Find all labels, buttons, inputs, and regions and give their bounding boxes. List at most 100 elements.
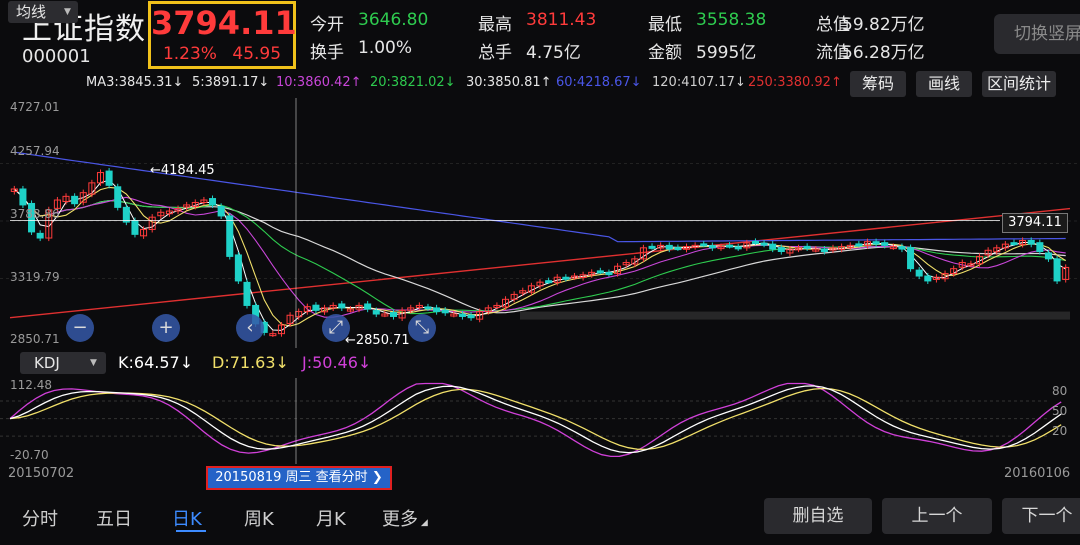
candle-body bbox=[441, 309, 449, 314]
candle-body bbox=[674, 247, 682, 251]
kdj-k-line bbox=[9, 385, 1062, 454]
expand-icon[interactable]: ⤢ bbox=[322, 314, 350, 342]
tab-weekly-k[interactable]: 周K bbox=[244, 505, 274, 531]
candlestick-chart[interactable] bbox=[0, 98, 1080, 348]
draw-line-button[interactable]: 画线 bbox=[916, 71, 972, 97]
kdj-axis-top: 112.48 bbox=[10, 378, 52, 392]
candle-body bbox=[467, 314, 475, 319]
price-axis-top: 4727.01 bbox=[10, 100, 60, 114]
candle-body bbox=[19, 188, 27, 206]
stat-value: 3811.43 bbox=[526, 10, 597, 30]
candle-body bbox=[433, 307, 441, 313]
candle-body bbox=[122, 206, 130, 223]
candle-body bbox=[820, 248, 828, 253]
previous-button[interactable]: 上一个 bbox=[882, 498, 992, 534]
ma-value: 20:3821.02↓ bbox=[370, 75, 456, 90]
candle-body bbox=[364, 303, 372, 310]
ma-value: 250:3380.92↑ bbox=[748, 75, 842, 90]
price-box: 3794.11 1.23% 45.95 bbox=[148, 1, 297, 69]
date-start: 20150702 bbox=[8, 466, 75, 481]
remove-watchlist-button[interactable]: 删自选 bbox=[764, 498, 872, 534]
price-axis-4: 3319.79 bbox=[10, 270, 60, 284]
candle-body bbox=[234, 254, 242, 282]
kdj-axis-bottom: -20.70 bbox=[10, 448, 49, 462]
kdj-k-value: K:64.57↓ bbox=[118, 353, 194, 372]
candle-body bbox=[226, 215, 234, 257]
kdj-j-line bbox=[9, 382, 1062, 458]
tab-five-day[interactable]: 五日 bbox=[96, 505, 132, 531]
date-end: 20160106 bbox=[1004, 466, 1071, 481]
stat-value: 3646.80 bbox=[358, 10, 429, 30]
candle-body bbox=[855, 243, 863, 247]
chips-button[interactable]: 筹码 bbox=[850, 71, 906, 97]
kdj-level-50: 50 bbox=[1052, 404, 1068, 418]
switch-orientation-button[interactable]: 切换竖屏 bbox=[994, 14, 1080, 54]
stat-label: 金额 bbox=[648, 43, 682, 63]
scroll-left-icon[interactable]: ‹ bbox=[236, 314, 264, 342]
ma-value: 60:4218.67↓ bbox=[556, 75, 642, 90]
triangle-icon: ◢ bbox=[418, 518, 428, 528]
candle-body bbox=[665, 244, 673, 250]
candle-body bbox=[545, 280, 553, 284]
stat-value: 56.28万亿 bbox=[842, 43, 925, 63]
candle-body bbox=[708, 245, 716, 249]
stat-label: 换手 bbox=[310, 43, 344, 63]
candle-body bbox=[243, 281, 251, 306]
max-price-label: ←4184.45 bbox=[150, 163, 215, 178]
crosshair-date-tooltip[interactable]: 20150819 周三 查看分时 ❯ bbox=[206, 466, 392, 490]
tab-monthly-k[interactable]: 月K bbox=[316, 505, 346, 531]
candle-body bbox=[562, 276, 570, 280]
candle-body bbox=[596, 270, 604, 274]
candle-body bbox=[1010, 242, 1018, 246]
candle-body bbox=[648, 245, 656, 249]
candle-body bbox=[605, 272, 613, 276]
zoom-in-icon[interactable]: + bbox=[152, 314, 180, 342]
kdj-chart[interactable] bbox=[0, 378, 1080, 464]
chevron-right-icon: ❯ bbox=[371, 470, 383, 485]
ma-value: 5:3891.17↓ bbox=[192, 75, 270, 90]
candle-body bbox=[105, 170, 113, 186]
price-change: 1.23% 45.95 bbox=[151, 44, 293, 64]
zoom-out-icon[interactable]: − bbox=[66, 314, 94, 342]
kdj-j-value: J:50.46↓ bbox=[302, 353, 372, 372]
indicator-selector[interactable]: KDJ ▼ bbox=[20, 352, 106, 374]
ma-selector[interactable]: 均线 ▼ bbox=[8, 1, 78, 23]
next-button[interactable]: 下一个 bbox=[1002, 498, 1080, 534]
candle-body bbox=[1044, 252, 1052, 260]
ma-value: 30:3850.81↑ bbox=[466, 75, 552, 90]
change-points: 45.95 bbox=[232, 44, 282, 64]
stat-value: 5995亿 bbox=[696, 43, 757, 63]
candle-body bbox=[372, 310, 380, 315]
candle-body bbox=[209, 198, 217, 206]
candle-body bbox=[726, 244, 734, 248]
candle-body bbox=[36, 232, 44, 239]
candle-body bbox=[424, 306, 432, 310]
candle-body bbox=[71, 195, 79, 205]
tab-intraday[interactable]: 分时 bbox=[22, 505, 58, 531]
tab-daily-k[interactable]: 日K bbox=[172, 505, 202, 531]
kdj-d-value: D:71.63↓ bbox=[212, 353, 289, 372]
active-tab-indicator bbox=[176, 530, 206, 532]
candle-body bbox=[700, 243, 708, 247]
stat-value: 1.00% bbox=[358, 38, 413, 58]
candle-body bbox=[1036, 242, 1044, 253]
candle-body bbox=[881, 242, 889, 246]
stat-label: 最低 bbox=[648, 15, 682, 35]
candle-body bbox=[1027, 239, 1035, 245]
tab-more[interactable]: 更多 ◢ bbox=[382, 505, 428, 531]
candle-body bbox=[114, 186, 122, 208]
candle-body bbox=[803, 245, 811, 249]
range-stats-button[interactable]: 区间统计 bbox=[982, 71, 1056, 97]
current-price: 3794.11 bbox=[151, 4, 297, 42]
candle-body bbox=[217, 205, 225, 217]
indicator-label: KDJ bbox=[34, 354, 60, 372]
price-axis-bottom: 2850.71 bbox=[10, 332, 60, 346]
candle-body bbox=[1053, 258, 1061, 282]
candle-body bbox=[915, 269, 923, 277]
candle-body bbox=[389, 312, 398, 317]
support-band bbox=[520, 311, 1070, 320]
collapse-icon[interactable]: ⤡ bbox=[408, 314, 436, 342]
stat-value: 4.75亿 bbox=[526, 43, 581, 63]
price-axis-2: 4257.94 bbox=[10, 144, 60, 158]
stat-label: 总手 bbox=[478, 43, 512, 63]
